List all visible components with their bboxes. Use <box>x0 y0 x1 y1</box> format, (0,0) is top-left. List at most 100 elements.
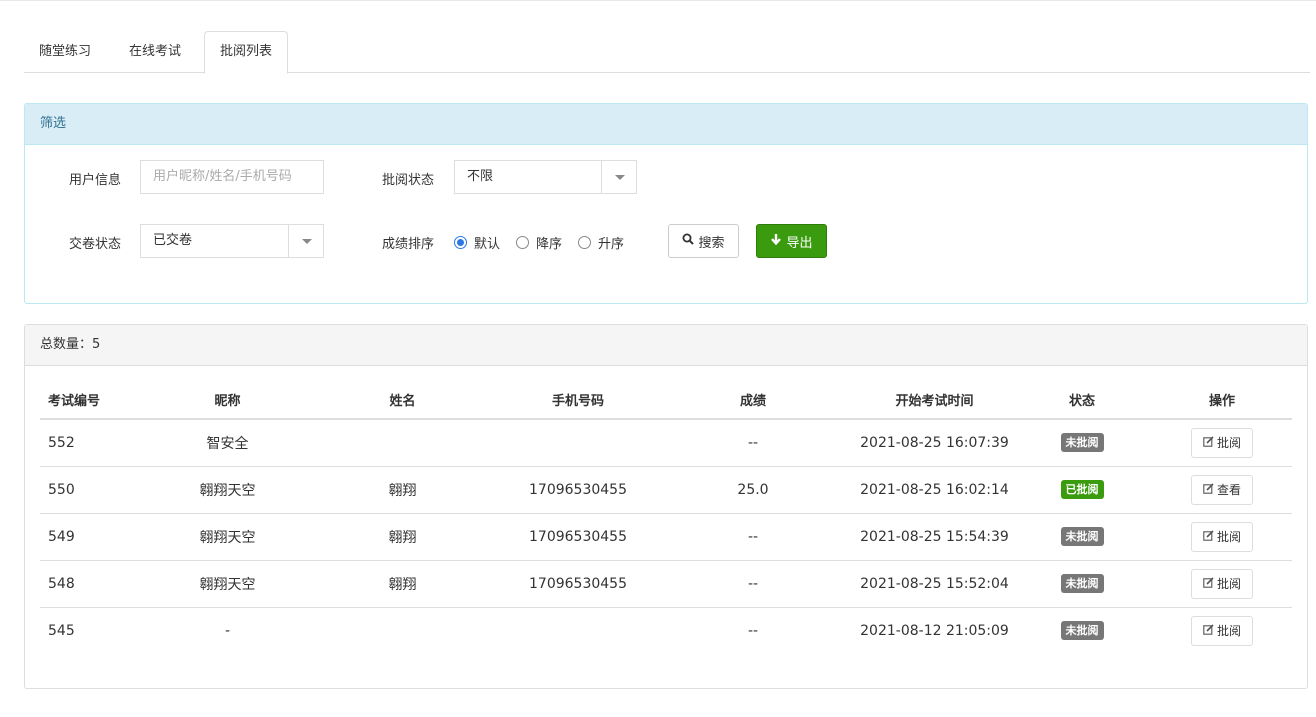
review-status-label: 批阅状态 <box>382 173 435 188</box>
tab-review-list[interactable]: 批阅列表 <box>204 31 289 74</box>
chevron-down-icon <box>288 225 323 257</box>
export-button-label: 导出 <box>786 235 813 251</box>
review-list-panel: 总数量：5 考试编号 昵称 姓名 手机号码 成绩 开始考试时间 状态 操作 55… <box>24 324 1308 689</box>
review-status-value: 不限 <box>467 169 494 184</box>
phone-cell: 17096530455 <box>507 560 649 608</box>
action-cell: 批阅 <box>1152 419 1292 467</box>
filter-panel: 筛选 用户信息 用户昵称/姓名/手机号码 批阅状态 不限 交卷状态 已交卷 成绩… <box>24 103 1308 304</box>
tab-online-exam[interactable]: 在线考试 <box>114 31 196 73</box>
submit-status-value: 已交卷 <box>153 233 193 248</box>
table-row: 552 智安全 -- 2021-08-25 16:07:39 未批阅 批阅 <box>40 419 1292 467</box>
name-cell <box>298 607 507 654</box>
tab-bar: 随堂练习 在线考试 批阅列表 <box>24 31 1310 74</box>
top-divider <box>0 0 1316 1</box>
row-action-label: 批阅 <box>1216 530 1241 544</box>
edit-icon <box>1203 436 1217 450</box>
tab-practice[interactable]: 随堂练习 <box>24 31 106 73</box>
exam-id-cell: 550 <box>40 466 157 514</box>
radio-unchecked-icon <box>516 236 529 249</box>
nickname-cell: 翱翔天空 <box>157 513 298 561</box>
score-cell: 25.0 <box>649 466 857 514</box>
row-action-button[interactable]: 查看 <box>1191 474 1253 505</box>
table-header-row: 考试编号 昵称 姓名 手机号码 成绩 开始考试时间 状态 操作 <box>40 381 1292 420</box>
status-cell: 未批阅 <box>1012 560 1152 608</box>
exam-id-cell: 545 <box>48 622 75 639</box>
row-action-label: 查看 <box>1216 483 1241 497</box>
row-action-label: 批阅 <box>1216 577 1241 591</box>
action-cell: 批阅 <box>1152 560 1292 608</box>
row-action-button[interactable]: 批阅 <box>1191 521 1253 552</box>
table-row: 549 翱翔天空 翱翔 17096530455 -- 2021-08-25 15:54:3… <box>40 513 1292 561</box>
user-info-input[interactable]: 用户昵称/姓名/手机号码 <box>140 160 324 194</box>
name-cell: 翱翔 <box>298 560 507 608</box>
action-cell: 批阅 <box>1152 513 1292 561</box>
name-cell: 翱翔 <box>298 466 507 514</box>
sort-default-label: 默认 <box>474 237 501 252</box>
nickname-cell: 智安全 <box>157 419 298 467</box>
score-cell: -- <box>649 419 857 467</box>
radio-checked-icon <box>454 236 467 249</box>
phone-cell: 17096530455 <box>507 513 649 561</box>
start-time-cell: 2021-08-12 21:05:09 <box>860 622 1009 639</box>
status-cell: 未批阅 <box>1012 607 1152 654</box>
col-score: 成绩 <box>649 381 857 420</box>
status-badge: 未批阅 <box>1060 574 1104 593</box>
radio-unchecked-icon <box>578 236 591 249</box>
row-action-button[interactable]: 批阅 <box>1191 427 1253 458</box>
submit-status-select[interactable]: 已交卷 <box>140 224 324 258</box>
nickname-cell: 翱翔天空 <box>157 560 298 608</box>
col-start-time: 开始考试时间 <box>857 381 1012 420</box>
status-cell: 已批阅 <box>1012 466 1152 514</box>
name-cell: 翱翔 <box>298 513 507 561</box>
col-status: 状态 <box>1012 381 1152 420</box>
total-count: 总数量：5 <box>25 325 1307 366</box>
score-sort-label: 成绩排序 <box>382 237 435 252</box>
start-time-cell: 2021-08-25 16:07:39 <box>857 419 1012 467</box>
table-row: 548 翱翔天空 翱翔 17096530455 -- 2021-08-25 15:52:0… <box>40 560 1292 608</box>
status-badge: 未批阅 <box>1060 621 1104 641</box>
sort-default-radio[interactable]: 默认 <box>454 233 500 252</box>
status-badge: 已批阅 <box>1060 480 1104 499</box>
nickname-cell: 翱翔天空 <box>157 466 298 514</box>
export-button[interactable]: 导出 <box>756 224 827 258</box>
edit-icon <box>1203 529 1217 544</box>
sort-asc-label: 升序 <box>598 237 625 252</box>
col-nickname: 昵称 <box>157 381 298 420</box>
row-action-label: 批阅 <box>1216 624 1241 639</box>
edit-icon <box>1203 576 1217 591</box>
sort-desc-label: 降序 <box>536 237 563 252</box>
row-action-button[interactable]: 批阅 <box>1191 615 1253 646</box>
edit-icon <box>1203 482 1217 497</box>
status-cell: 未批阅 <box>1012 419 1152 467</box>
col-phone: 手机号码 <box>507 381 649 420</box>
edit-icon <box>1203 624 1217 638</box>
user-info-placeholder: 用户昵称/姓名/手机号码 <box>153 169 292 184</box>
status-badge: 未批阅 <box>1060 527 1104 546</box>
col-exam-id: 考试编号 <box>40 381 157 420</box>
phone-cell <box>507 419 649 467</box>
start-time-cell: 2021-08-25 15:52:04 <box>857 560 1012 608</box>
search-icon <box>682 233 695 249</box>
status-badge: 未批阅 <box>1060 433 1104 453</box>
score-cell: -- <box>649 560 857 608</box>
col-action: 操作 <box>1152 381 1292 420</box>
search-button[interactable]: 搜索 <box>668 224 739 258</box>
start-time-cell: 2021-08-25 16:02:14 <box>857 466 1012 514</box>
nickname-cell: - <box>224 622 231 639</box>
exam-id-cell: 549 <box>40 513 157 561</box>
table-row: 550 翱翔天空 翱翔 17096530455 25.0 2021-08-25 16:02… <box>40 466 1292 514</box>
start-time-cell: 2021-08-25 15:54:39 <box>857 513 1012 561</box>
row-action-button[interactable]: 批阅 <box>1191 568 1253 599</box>
status-cell: 未批阅 <box>1012 513 1152 561</box>
action-cell: 查看 <box>1152 466 1292 514</box>
score-cell: -- <box>649 513 857 561</box>
phone-cell <box>507 607 649 654</box>
submit-status-label: 交卷状态 <box>69 237 122 252</box>
sort-asc-radio[interactable]: 升序 <box>578 233 624 252</box>
phone-cell: 17096530455 <box>507 466 649 514</box>
review-status-select[interactable]: 不限 <box>454 160 637 194</box>
review-table: 考试编号 昵称 姓名 手机号码 成绩 开始考试时间 状态 操作 552 智安全 --… <box>40 381 1292 654</box>
exam-id-cell: 552 <box>40 419 157 467</box>
row-action-label: 批阅 <box>1216 436 1241 451</box>
sort-desc-radio[interactable]: 降序 <box>516 233 562 252</box>
